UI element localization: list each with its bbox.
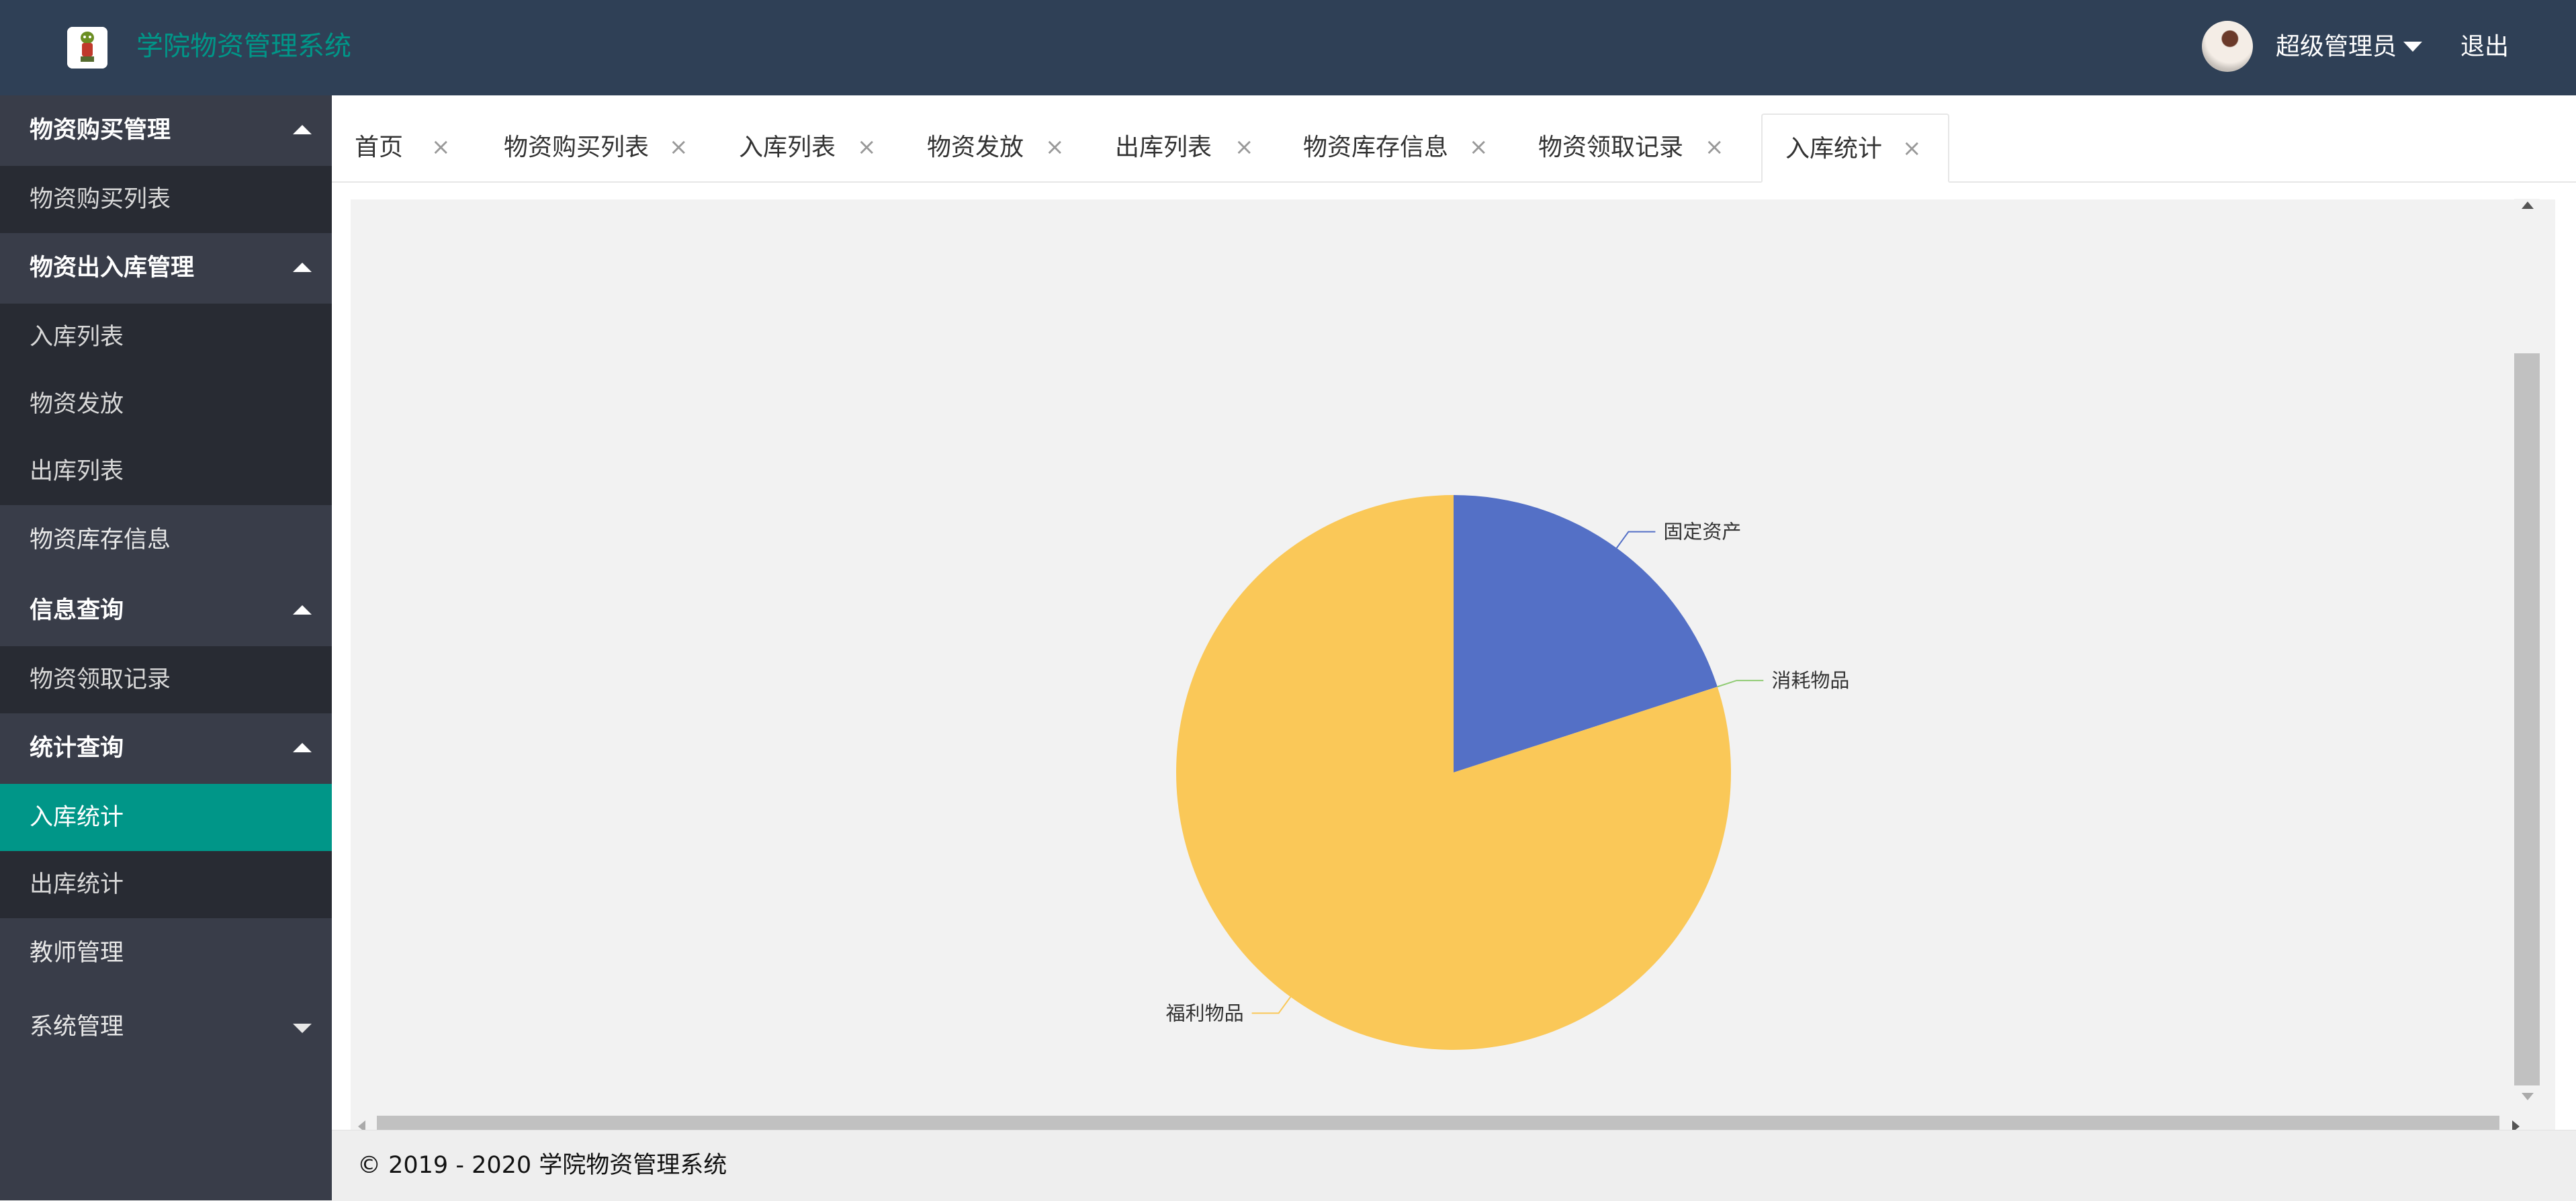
sidebar-item-pickup-records[interactable]: 物资领取记录 (0, 646, 332, 713)
sidebar-group-system[interactable]: 系统管理 (0, 992, 332, 1063)
chevron-up-icon (293, 605, 312, 615)
pie-label-1: 固定资产 (1663, 521, 1741, 543)
top-header: 学院物资管理系统 超级管理员 退出 (0, 0, 2576, 95)
chevron-down-icon (293, 1024, 312, 1033)
inbound-stats-pie-chart: 固定资产消耗物品福利物品 (1166, 495, 1849, 1051)
sidebar-group-statistics[interactable]: 统计查询 (0, 713, 332, 784)
app-title[interactable]: 学院物资管理系统 (136, 24, 351, 69)
sidebar-item-outbound-list[interactable]: 出库列表 (0, 438, 332, 505)
main-content: 首页 × 物资购买列表 × 入库列表 × 物资发放 × 出库列表 × 物资库存信… (332, 95, 2576, 1130)
tab-distribution[interactable]: 物资发放 × (904, 114, 1092, 181)
sidebar-item-distribution[interactable]: 物资发放 (0, 371, 332, 438)
sidebar-item-inbound-stats[interactable]: 入库统计 (0, 784, 332, 851)
close-icon[interactable]: × (1469, 114, 1489, 181)
tab-inbound-list[interactable]: 入库列表 × (716, 114, 904, 181)
sidebar-item-label: 教师管理 (30, 940, 124, 967)
sidebar-item-label: 物资领取记录 (30, 666, 171, 693)
sidebar-item-label: 出库列表 (30, 458, 124, 485)
sidebar-item-label: 入库统计 (30, 804, 124, 831)
chevron-up-icon (293, 263, 312, 272)
sidebar-group-label: 物资出入库管理 (30, 255, 195, 281)
sidebar-item-label: 出库统计 (30, 871, 124, 898)
sidebar-item-teacher-management[interactable]: 教师管理 (0, 918, 332, 989)
tab-outbound-list[interactable]: 出库列表 × (1092, 114, 1280, 181)
close-icon[interactable]: × (1235, 114, 1254, 181)
vertical-scrollbar-thumb[interactable] (2514, 353, 2540, 1085)
tab-label: 物资发放 (927, 134, 1024, 161)
tab-pickup-records[interactable]: 物资领取记录 × (1515, 114, 1750, 181)
chart-panel: 固定资产消耗物品福利物品 (351, 199, 2555, 1130)
sidebar-group-label: 物资购买管理 (30, 117, 171, 144)
close-icon[interactable]: × (1705, 114, 1724, 181)
pie-label-line-2 (1717, 680, 1764, 688)
close-icon[interactable]: × (669, 114, 689, 181)
tab-label: 出库列表 (1115, 134, 1212, 161)
sidebar-nav: 物资购买管理 物资购买列表 物资出入库管理 入库列表 物资发放 出库列表 物资库… (0, 95, 332, 1200)
chevron-up-icon (293, 743, 312, 752)
app-logo-icon[interactable] (67, 27, 107, 69)
tab-label: 物资领取记录 (1538, 134, 1684, 161)
scroll-up-arrow-icon[interactable] (2522, 202, 2534, 209)
close-icon[interactable]: × (1045, 114, 1065, 181)
tab-label: 首页 (355, 134, 404, 161)
page-footer: © 2019 - 2020 学院物资管理系统 (332, 1130, 2576, 1201)
logout-link[interactable]: 退出 (2460, 27, 2509, 67)
sidebar-item-label: 物资发放 (30, 391, 124, 418)
sidebar-group-label: 信息查询 (30, 597, 124, 624)
sidebar-group-inout[interactable]: 物资出入库管理 (0, 233, 332, 304)
sidebar-item-label: 入库列表 (30, 324, 124, 351)
close-icon[interactable]: × (431, 114, 451, 181)
scroll-down-arrow-icon[interactable] (2522, 1093, 2534, 1100)
close-icon[interactable]: × (857, 114, 877, 181)
tab-inventory[interactable]: 物资库存信息 × (1280, 114, 1515, 181)
chevron-down-icon[interactable] (2403, 42, 2422, 52)
tab-label: 物资库存信息 (1303, 134, 1449, 161)
tab-label: 入库列表 (739, 134, 836, 161)
sidebar-item-label: 物资购买列表 (30, 186, 171, 213)
tab-home[interactable]: 首页 × (332, 114, 480, 181)
tab-label: 入库统计 (1785, 135, 1883, 163)
tab-inbound-stats[interactable]: 入库统计 × (1761, 114, 1949, 183)
user-name-menu[interactable]: 超级管理员 (2276, 27, 2397, 67)
tab-bar: 首页 × 物资购买列表 × 入库列表 × 物资发放 × 出库列表 × 物资库存信… (332, 95, 2576, 183)
pie-label-line-3 (1251, 996, 1292, 1014)
chevron-up-icon (293, 125, 312, 134)
close-icon[interactable]: × (1902, 115, 1922, 183)
pie-label-3: 福利物品 (1166, 1002, 1244, 1024)
user-avatar[interactable] (2202, 21, 2253, 72)
sidebar-group-label: 统计查询 (30, 735, 124, 762)
pie-label-line-1 (1615, 531, 1656, 549)
sidebar-item-purchase-list[interactable]: 物资购买列表 (0, 166, 332, 233)
sidebar-item-label: 物资库存信息 (30, 527, 171, 553)
pie-label-2: 消耗物品 (1771, 669, 1849, 692)
sidebar-item-inventory[interactable]: 物资库存信息 (0, 505, 332, 576)
sidebar-group-query[interactable]: 信息查询 (0, 576, 332, 646)
sidebar-item-outbound-stats[interactable]: 出库统计 (0, 851, 332, 918)
tab-label: 物资购买列表 (504, 134, 650, 161)
tab-purchase-list[interactable]: 物资购买列表 × (481, 114, 716, 181)
sidebar-item-inbound-list[interactable]: 入库列表 (0, 304, 332, 371)
copyright-text: © 2019 - 2020 学院物资管理系统 (357, 1152, 727, 1179)
sidebar-group-label: 系统管理 (30, 1014, 124, 1040)
sidebar-group-purchase[interactable]: 物资购买管理 (0, 95, 332, 166)
